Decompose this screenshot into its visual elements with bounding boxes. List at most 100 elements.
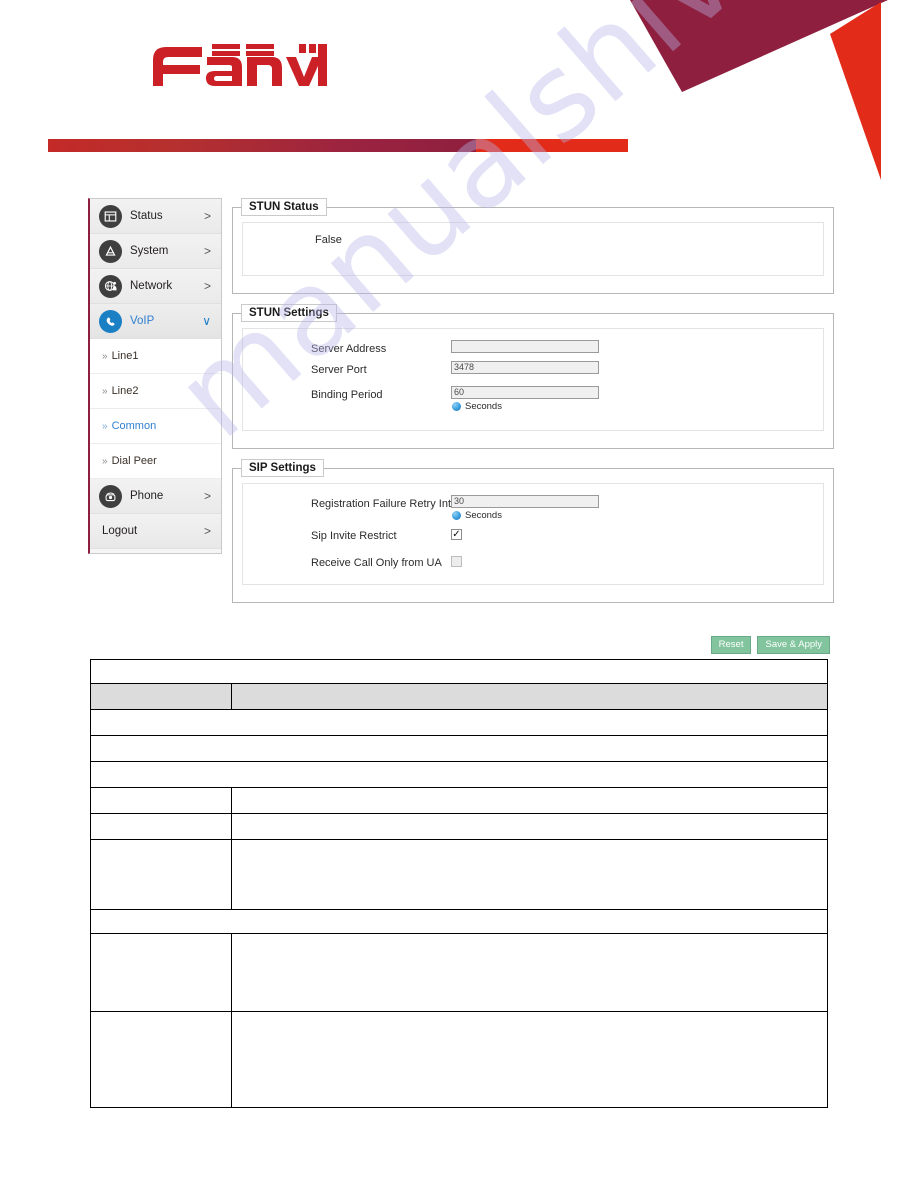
field-label: Server Port xyxy=(311,364,367,376)
telephone-icon xyxy=(99,484,122,508)
field-row-retry-interval: Registration Failure Retry Interval Seco… xyxy=(243,495,823,521)
fanvil-logo xyxy=(148,40,328,90)
server-port-input[interactable] xyxy=(451,361,599,374)
info-icon xyxy=(452,402,461,411)
web-ui-screenshot: Status > System > Network > VoIP ∨ » Lin… xyxy=(88,198,834,658)
sidebar-item-label: Line2 xyxy=(111,385,139,397)
header-red-shape-icon xyxy=(830,2,881,180)
sidebar-item-label: Line1 xyxy=(111,350,139,362)
binding-period-input[interactable] xyxy=(451,386,599,399)
retry-interval-hint: Seconds xyxy=(452,510,599,521)
header-maroon-shape-icon xyxy=(630,0,888,92)
stun-settings-panel: STUN Settings Server Address Server Port xyxy=(232,304,834,449)
field-row-sip-invite-restrict: Sip Invite Restrict ✓ xyxy=(243,527,823,545)
header-divider-accent xyxy=(476,139,628,152)
field-label: Server Address xyxy=(311,343,387,355)
sidebar-item-system[interactable]: System > xyxy=(90,234,221,269)
header-divider-bar xyxy=(48,139,628,152)
table-row xyxy=(90,909,828,934)
sidebar-item-logout[interactable]: Logout > xyxy=(90,514,221,549)
field-label: Binding Period xyxy=(311,389,383,401)
table-row xyxy=(90,933,828,1012)
table-cell xyxy=(90,709,828,736)
sidebar-item-network[interactable]: Network > xyxy=(90,269,221,304)
table-cell xyxy=(90,909,828,934)
submenu-marker-icon: » xyxy=(102,385,108,397)
sidebar-item-label: Common xyxy=(111,420,157,432)
sidebar-item-status[interactable]: Status > xyxy=(90,199,221,234)
sidebar-item-dial-peer[interactable]: » Dial Peer xyxy=(90,444,221,479)
field-row-server-address: Server Address xyxy=(243,340,823,358)
receive-call-only-from-ua-checkbox[interactable]: ✓ xyxy=(451,556,462,567)
table-cell xyxy=(90,761,828,788)
table-header-cell xyxy=(90,683,232,710)
sip-settings-legend: SIP Settings xyxy=(241,459,324,477)
table-cell xyxy=(90,787,232,814)
info-icon xyxy=(452,511,461,520)
field-label: Sip Invite Restrict xyxy=(311,530,397,542)
table-body xyxy=(90,659,828,1108)
parameter-description-table xyxy=(90,659,828,1108)
sip-invite-restrict-checkbox[interactable]: ✓ xyxy=(451,529,462,540)
table-cell xyxy=(90,659,828,684)
table-cell xyxy=(90,1011,232,1108)
table-cell xyxy=(90,933,232,1012)
table-row xyxy=(90,659,828,684)
table-row xyxy=(90,1011,828,1108)
window-layout-icon xyxy=(99,204,122,228)
sidebar-item-label: Dial Peer xyxy=(111,455,157,467)
table-cell xyxy=(90,813,232,840)
server-address-input[interactable] xyxy=(451,340,599,353)
stun-status-value: False xyxy=(315,234,342,246)
table-cell xyxy=(231,787,828,814)
field-row-binding-period: Binding Period Seconds xyxy=(243,386,823,412)
field-label: Registration Failure Retry Interval xyxy=(311,498,475,510)
stun-settings-legend: STUN Settings xyxy=(241,304,337,322)
table-cell xyxy=(90,735,828,762)
registration-failure-retry-interval-input[interactable] xyxy=(451,495,599,508)
table-row xyxy=(90,787,828,814)
table-cell xyxy=(231,839,828,910)
phone-circle-icon xyxy=(99,309,122,333)
table-row xyxy=(90,683,828,710)
submenu-marker-icon: » xyxy=(102,350,108,362)
chevron-right-icon: > xyxy=(203,279,211,293)
field-label: Receive Call Only from UA xyxy=(311,557,442,569)
page-root: Status > System > Network > VoIP ∨ » Lin… xyxy=(0,0,918,1188)
table-cell xyxy=(90,839,232,910)
sip-settings-panel: SIP Settings Registration Failure Retry … xyxy=(232,459,834,603)
form-actions: Reset Save & Apply xyxy=(710,636,830,654)
table-cell xyxy=(231,1011,828,1108)
reset-button[interactable]: Reset xyxy=(710,636,752,654)
sidebar-item-phone[interactable]: Phone > xyxy=(90,479,221,514)
field-row-receive-call-only-ua: Receive Call Only from UA ✓ xyxy=(243,554,823,572)
save-apply-button[interactable]: Save & Apply xyxy=(757,636,830,654)
globe-person-icon xyxy=(99,274,122,298)
table-cell xyxy=(231,933,828,1012)
table-cell xyxy=(231,813,828,840)
field-row-server-port: Server Port xyxy=(243,361,823,379)
sidebar-item-voip[interactable]: VoIP ∨ xyxy=(90,304,221,339)
stun-status-legend: STUN Status xyxy=(241,198,327,216)
sidebar-item-line2[interactable]: » Line2 xyxy=(90,374,221,409)
submenu-marker-icon: » xyxy=(102,420,108,432)
table-header-cell xyxy=(231,683,828,710)
hint-text: Seconds xyxy=(465,401,502,412)
chevron-right-icon: > xyxy=(203,489,211,503)
chevron-right-icon: > xyxy=(203,244,211,258)
table-row xyxy=(90,813,828,840)
submenu-marker-icon: » xyxy=(102,455,108,467)
table-row xyxy=(90,761,828,788)
table-row xyxy=(90,839,828,910)
table-row xyxy=(90,709,828,736)
sidebar-item-common[interactable]: » Common xyxy=(90,409,221,444)
sidebar-item-line1[interactable]: » Line1 xyxy=(90,339,221,374)
table-row xyxy=(90,735,828,762)
stun-status-panel: STUN Status False xyxy=(232,198,834,294)
chevron-right-icon: > xyxy=(203,209,211,223)
binding-period-hint: Seconds xyxy=(452,401,599,412)
hint-text: Seconds xyxy=(465,510,502,521)
settings-content: STUN Status False STUN Settings Server A… xyxy=(232,198,834,613)
chevron-right-icon: > xyxy=(203,524,211,538)
appstore-a-icon xyxy=(99,239,122,263)
